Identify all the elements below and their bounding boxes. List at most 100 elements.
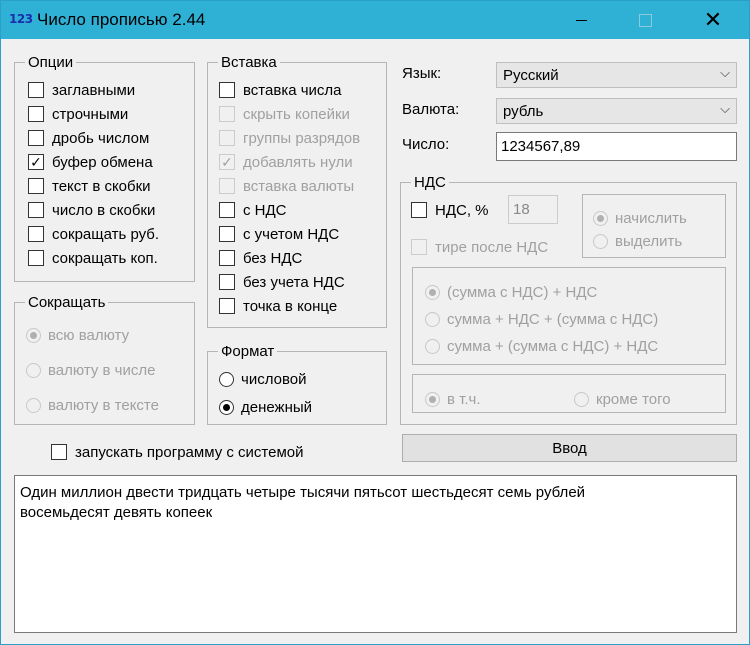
vat-extract[interactable]: выделить bbox=[593, 230, 682, 252]
option-abbrev-kop[interactable]: сокращать коп. bbox=[28, 247, 158, 269]
currency-label: Валюта: bbox=[402, 101, 460, 118]
vat-accrue[interactable]: начислить bbox=[593, 207, 687, 229]
option-text-brackets[interactable]: текст в скобки bbox=[28, 175, 151, 197]
maximize-icon bbox=[638, 13, 652, 27]
vat-formula-2[interactable]: сумма + НДС + (сумма с НДС) bbox=[425, 308, 658, 330]
radio[interactable] bbox=[574, 391, 589, 407]
language-value: Русский bbox=[503, 66, 559, 84]
radio-selected[interactable] bbox=[425, 284, 440, 300]
vat-formula-3[interactable]: сумма + (сумма с НДС) + НДС bbox=[425, 335, 658, 357]
checkbox-checked[interactable]: ✓ bbox=[28, 154, 44, 170]
checkbox[interactable] bbox=[219, 226, 235, 242]
checkbox[interactable] bbox=[219, 178, 235, 194]
option-clipboard[interactable]: ✓ буфер обмена bbox=[28, 151, 153, 173]
vat-besides[interactable]: кроме того bbox=[574, 388, 671, 410]
radio-label: (сумма с НДС) + НДС bbox=[447, 283, 598, 301]
format-numeric[interactable]: числовой bbox=[219, 368, 306, 390]
option-label: заглавными bbox=[52, 81, 136, 99]
insert-with-vat[interactable]: с НДС bbox=[219, 199, 287, 221]
radio-label: валюту в тексте bbox=[48, 396, 159, 414]
insert-label: с учетом НДС bbox=[243, 225, 340, 243]
number-input[interactable]: 1234567,89 bbox=[496, 132, 737, 161]
insert-label: добавлять нули bbox=[243, 153, 353, 171]
radio-selected[interactable] bbox=[425, 391, 440, 407]
maximize-button[interactable] bbox=[621, 1, 669, 39]
option-fraction-number[interactable]: дробь числом bbox=[28, 127, 149, 149]
checkmark-icon: ✓ bbox=[221, 154, 233, 170]
abbrev-currency-in-number[interactable]: валюту в числе bbox=[26, 359, 155, 381]
chevron-down-icon: ⌵ bbox=[720, 102, 730, 117]
checkbox[interactable] bbox=[219, 130, 235, 146]
checkbox[interactable] bbox=[28, 106, 44, 122]
option-number-brackets[interactable]: число в скобки bbox=[28, 199, 155, 221]
insert-digit-groups[interactable]: группы разрядов bbox=[219, 127, 360, 149]
insert-add-zeros[interactable]: ✓ добавлять нули bbox=[219, 151, 353, 173]
insert-hide-kopecks[interactable]: скрыть копейки bbox=[219, 103, 350, 125]
close-button[interactable]: ✕ bbox=[689, 1, 737, 39]
checkbox[interactable] bbox=[28, 130, 44, 146]
checkbox[interactable] bbox=[28, 82, 44, 98]
radio[interactable] bbox=[26, 362, 41, 378]
option-label: буфер обмена bbox=[52, 153, 153, 171]
radio[interactable] bbox=[425, 338, 440, 354]
insert-number[interactable]: вставка числа bbox=[219, 79, 342, 101]
checkbox[interactable] bbox=[28, 226, 44, 242]
language-select[interactable]: Русский ⌵ bbox=[496, 62, 737, 88]
checkbox[interactable] bbox=[411, 239, 427, 255]
option-abbrev-rub[interactable]: сокращать руб. bbox=[28, 223, 159, 245]
radio-label: выделить bbox=[615, 232, 683, 250]
autostart-option[interactable]: запускать программу с системой bbox=[51, 441, 303, 463]
option-uppercase[interactable]: заглавными bbox=[28, 79, 135, 101]
insert-end-period[interactable]: точка в конце bbox=[219, 295, 337, 317]
radio-selected[interactable] bbox=[219, 399, 234, 415]
vat-title: НДС bbox=[414, 174, 446, 191]
checkbox[interactable] bbox=[219, 202, 235, 218]
checkmark-icon: ✓ bbox=[30, 154, 42, 170]
checkbox[interactable] bbox=[28, 250, 44, 266]
checkbox[interactable] bbox=[28, 178, 44, 194]
app-icon: 123 bbox=[9, 12, 33, 26]
number-value: 1234567,89 bbox=[501, 138, 581, 155]
radio-label: сумма + НДС + (сумма с НДС) bbox=[447, 310, 659, 328]
vat-including[interactable]: в т.ч. bbox=[425, 388, 481, 410]
radio-label: начислить bbox=[615, 209, 687, 227]
radio-selected[interactable] bbox=[593, 210, 608, 226]
radio-label: валюту в числе bbox=[48, 361, 156, 379]
checkbox[interactable] bbox=[219, 274, 235, 290]
vat-formula-1[interactable]: (сумма с НДС) + НДС bbox=[425, 281, 597, 303]
title-bar: 123 Число прописью 2.44 ✕ bbox=[1, 1, 749, 39]
checkbox[interactable] bbox=[219, 298, 235, 314]
checkbox[interactable] bbox=[219, 82, 235, 98]
option-lowercase[interactable]: строчными bbox=[28, 103, 128, 125]
vat-rate-input[interactable]: 18 bbox=[508, 195, 558, 224]
vat-rate-value: 18 bbox=[513, 201, 530, 218]
checkbox[interactable] bbox=[219, 250, 235, 266]
insert-label: без НДС bbox=[243, 249, 303, 267]
checkbox[interactable] bbox=[219, 106, 235, 122]
output-textarea[interactable]: Один миллион двести тридцать четыре тыся… bbox=[14, 475, 737, 633]
insert-including-vat[interactable]: с учетом НДС bbox=[219, 223, 339, 245]
checkbox[interactable] bbox=[51, 444, 67, 460]
insert-currency[interactable]: вставка валюты bbox=[219, 175, 354, 197]
abbrev-all-currency[interactable]: всю валюту bbox=[26, 324, 129, 346]
chevron-down-icon: ⌵ bbox=[720, 66, 730, 81]
radio[interactable] bbox=[26, 397, 41, 413]
insert-without-vat[interactable]: без НДС bbox=[219, 247, 302, 269]
format-monetary[interactable]: денежный bbox=[219, 396, 312, 418]
checkbox[interactable] bbox=[28, 202, 44, 218]
insert-excluding-vat[interactable]: без учета НДС bbox=[219, 271, 345, 293]
checkbox-checked[interactable]: ✓ bbox=[219, 154, 235, 170]
vat-dash-after[interactable]: тире после НДС bbox=[411, 236, 548, 258]
radio[interactable] bbox=[219, 371, 234, 387]
enter-button[interactable]: Ввод bbox=[402, 434, 737, 462]
radio[interactable] bbox=[425, 311, 440, 327]
checkbox[interactable] bbox=[411, 202, 427, 218]
radio-selected[interactable] bbox=[26, 327, 41, 343]
insert-label: вставка числа bbox=[243, 81, 342, 99]
radio[interactable] bbox=[593, 233, 608, 249]
option-label: дробь числом bbox=[52, 129, 150, 147]
abbrev-currency-in-text[interactable]: валюту в тексте bbox=[26, 394, 159, 416]
minimize-button[interactable] bbox=[557, 1, 605, 39]
vat-percent-option[interactable]: НДС, % bbox=[411, 199, 489, 221]
currency-select[interactable]: рубль ⌵ bbox=[496, 98, 737, 124]
